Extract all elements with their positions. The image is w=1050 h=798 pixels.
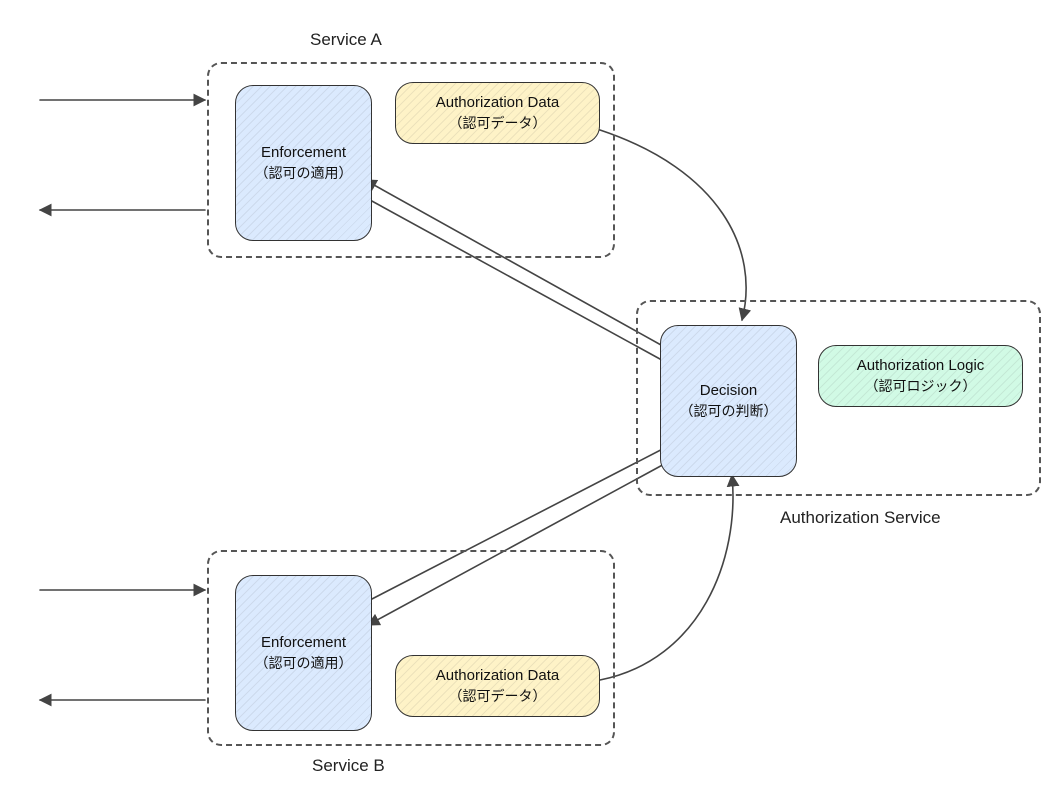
node-enforcement-a: Enforcement （認可の適用） — [235, 85, 372, 241]
arrow-data-a-to-decision — [600, 130, 746, 320]
group-label-service-b: Service B — [312, 756, 385, 776]
node-auth-data-b-jp: （認可データ） — [449, 687, 547, 706]
node-auth-data-b: Authorization Data （認可データ） — [395, 655, 600, 717]
node-auth-data-a-en: Authorization Data — [436, 93, 559, 113]
node-enforcement-b-en: Enforcement — [261, 633, 346, 653]
group-label-auth-service: Authorization Service — [780, 508, 941, 528]
node-decision-jp: （認可の判断） — [680, 402, 778, 421]
arrow-data-b-to-decision — [600, 475, 733, 680]
node-auth-data-a-jp: （認可データ） — [449, 114, 547, 133]
node-enforcement-a-en: Enforcement — [261, 143, 346, 163]
node-auth-data-b-en: Authorization Data — [436, 666, 559, 686]
node-auth-data-a: Authorization Data （認可データ） — [395, 82, 600, 144]
group-label-service-a: Service A — [310, 30, 382, 50]
node-enforcement-b: Enforcement （認可の適用） — [235, 575, 372, 731]
node-enforcement-a-jp: （認可の適用） — [255, 164, 353, 183]
node-enforcement-b-jp: （認可の適用） — [255, 654, 353, 673]
node-auth-logic-jp: （認可ロジック） — [865, 377, 977, 396]
node-auth-logic: Authorization Logic （認可ロジック） — [818, 345, 1023, 407]
diagram-stage: Service A Enforcement （認可の適用） Authorizat… — [0, 0, 1050, 798]
node-auth-logic-en: Authorization Logic — [857, 356, 985, 376]
node-decision-en: Decision — [700, 381, 758, 401]
node-decision: Decision （認可の判断） — [660, 325, 797, 477]
